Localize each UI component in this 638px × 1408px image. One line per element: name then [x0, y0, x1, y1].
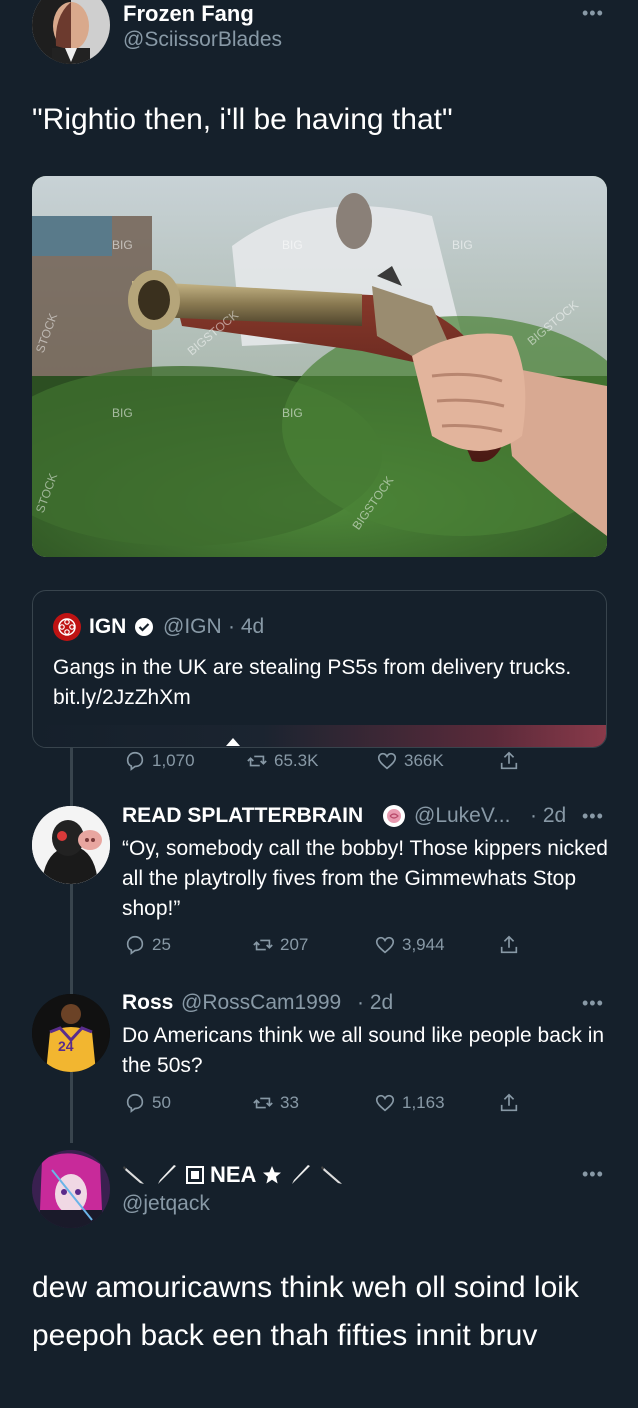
more-options-icon[interactable]: •••: [582, 3, 604, 24]
heart-icon: [375, 936, 395, 954]
watermark: BIG: [282, 238, 303, 252]
like-count: 1,163: [402, 1093, 445, 1112]
tweet-text: dew amouricawns think weh oll soind loik…: [32, 1271, 579, 1352]
reply-button[interactable]: 1,070: [124, 750, 195, 772]
watermark: BIG: [282, 406, 303, 420]
jersey-number: 24: [58, 1038, 74, 1054]
reply-author-handle[interactable]: @RossCam1999: [181, 991, 341, 1015]
tweet-text: "Rightio then, i'll be having that": [32, 103, 453, 136]
verified-badge-icon: [135, 618, 153, 636]
reply-icon: [126, 1093, 144, 1113]
reply-text: “Oy, somebody call the bobby! Those kipp…: [122, 837, 608, 920]
reply-author-name[interactable]: Ross: [122, 991, 173, 1015]
reply-icon: [126, 935, 144, 955]
two-face-avatar-icon: [32, 0, 110, 64]
like-count: 3,944: [402, 935, 445, 954]
retweet-icon: [247, 755, 267, 767]
quoted-avatar: [53, 613, 81, 641]
author-name[interactable]: Frozen Fang: [123, 1, 254, 27]
reply-time: · 2d: [357, 991, 394, 1014]
quoted-name: IGN: [89, 615, 127, 638]
reply-count: 50: [152, 1093, 171, 1112]
star-icon: [263, 1166, 282, 1184]
reply-button[interactable]: 25: [124, 934, 171, 956]
knife-icon: [123, 1166, 144, 1184]
ign-logo-icon: [58, 618, 76, 636]
avatar[interactable]: [32, 0, 110, 64]
reply-author-handle[interactable]: @LukeV...: [414, 804, 510, 828]
avatar[interactable]: [32, 806, 110, 884]
watermark: BIG: [112, 238, 133, 252]
retweet-count: 65.3K: [274, 751, 319, 770]
more-options-icon[interactable]: •••: [582, 806, 604, 827]
tweet-photo[interactable]: BIG BIG BIG BIG BIG BIGSTOCK BIGSTOCK BI…: [32, 176, 607, 557]
retweet-button[interactable]: 207: [252, 934, 308, 956]
anime-avatar-icon: [32, 1150, 110, 1228]
avatar[interactable]: [32, 1150, 110, 1228]
retweet-button[interactable]: 65.3K: [246, 750, 318, 772]
reply-button[interactable]: 50: [124, 1092, 171, 1114]
share-button[interactable]: [498, 750, 520, 772]
like-button[interactable]: 1,163: [374, 1092, 445, 1114]
like-button[interactable]: 3,944: [374, 934, 445, 956]
author-handle[interactable]: @SciissorBlades: [123, 28, 282, 52]
retweet-icon: [253, 939, 273, 951]
quoted-tweet-card[interactable]: IGN @IGN · 4d Gangs in the UK are steali…: [32, 590, 607, 748]
reply-author-name[interactable]: READ SPLATTERBRAIN: [122, 804, 363, 828]
heart-icon: [377, 752, 397, 770]
retweet-button[interactable]: 33: [252, 1092, 299, 1114]
quoted-time: · 4d: [228, 615, 265, 638]
reply-count: 25: [152, 935, 171, 954]
share-button[interactable]: [498, 934, 520, 956]
like-count: 366K: [404, 751, 444, 770]
quoted-media-strip: [33, 725, 606, 747]
basketball-player-avatar-icon: [32, 994, 110, 1072]
watermark: BIG: [452, 238, 473, 252]
knife-icon: [321, 1166, 343, 1184]
watermark: BIG: [112, 406, 133, 420]
retweet-count: 33: [280, 1093, 299, 1112]
brain-badge-icon: [383, 805, 405, 827]
share-icon: [500, 1093, 518, 1112]
quoted-handle: @IGN: [163, 615, 222, 638]
flintlock-pistol-photo: [32, 176, 607, 557]
nea-handle[interactable]: @jetqack: [122, 1192, 210, 1216]
like-button[interactable]: 366K: [376, 750, 444, 772]
knife-icon: [158, 1165, 176, 1184]
reply-time: · 2d: [530, 804, 567, 827]
avatar[interactable]: 24: [32, 994, 110, 1072]
share-icon: [500, 935, 518, 954]
nea-name: NEA: [210, 1162, 257, 1187]
reply-count: 1,070: [152, 751, 195, 770]
more-options-icon[interactable]: •••: [582, 993, 604, 1014]
caret-up-icon: [226, 738, 240, 746]
reply-icon: [126, 751, 144, 771]
knife-icon: [292, 1165, 311, 1184]
reply-text: Do Americans think we all sound like peo…: [122, 1024, 605, 1077]
square-icon: [186, 1166, 204, 1184]
heart-icon: [375, 1094, 395, 1112]
gas-mask-avatar-icon: [32, 806, 110, 884]
retweet-icon: [253, 1097, 273, 1109]
share-icon: [500, 751, 518, 770]
retweet-count: 207: [280, 935, 309, 954]
quoted-text: Gangs in the UK are stealing PS5s from d…: [53, 656, 572, 709]
share-button[interactable]: [498, 1092, 520, 1114]
nea-name-row[interactable]: NEA: [122, 1162, 346, 1188]
more-options-icon[interactable]: •••: [582, 1164, 604, 1185]
